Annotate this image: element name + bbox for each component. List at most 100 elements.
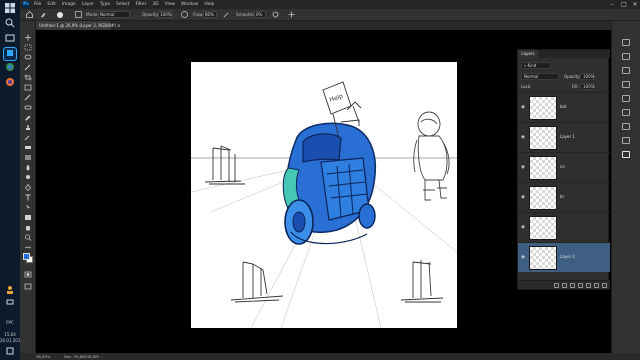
minimize-icon[interactable]: – [608, 0, 616, 9]
new-group-icon[interactable] [586, 282, 591, 288]
mode-select[interactable]: Normal [98, 11, 130, 18]
windows-logo-icon[interactable] [3, 3, 17, 17]
search-icon[interactable] [3, 18, 17, 32]
pen-tool-icon[interactable] [24, 184, 32, 191]
menu-view[interactable]: View [165, 2, 175, 7]
layer-style-icon[interactable] [562, 282, 567, 288]
type-tool-icon[interactable] [24, 194, 32, 201]
menu-file[interactable]: File [34, 2, 41, 7]
menu-window[interactable]: Window [181, 2, 198, 7]
menu-help[interactable]: Help [204, 2, 214, 7]
brushes-panel-icon[interactable] [622, 81, 630, 88]
hand-tool-icon[interactable] [24, 224, 32, 231]
visibility-eye-icon[interactable]: ◉ [521, 255, 527, 260]
notifications-icon[interactable] [3, 346, 17, 360]
layer-row-selected[interactable]: ◉ Layer 2 [518, 242, 610, 272]
layer-name[interactable]: br [560, 194, 564, 199]
visibility-eye-icon[interactable]: ◉ [521, 105, 527, 110]
brush-tool-icon[interactable] [24, 114, 32, 121]
close-tab-icon[interactable]: × [117, 23, 120, 28]
task-view-icon[interactable] [3, 33, 17, 47]
new-layer-icon[interactable] [594, 282, 599, 288]
zoom-tool-icon[interactable] [24, 234, 32, 241]
document-tab[interactable]: Untitled-1 @ 26,9% (Layer 2, RGB/8#) × [36, 21, 120, 30]
lasso-tool-icon[interactable] [24, 54, 32, 61]
blend-mode-select[interactable]: Normal [521, 73, 559, 80]
link-layers-icon[interactable] [554, 282, 559, 288]
layer-name[interactable]: bot [560, 104, 567, 109]
menu-edit[interactable]: Edit [47, 2, 56, 7]
layer-name[interactable]: Layer 1 [560, 134, 575, 139]
visibility-eye-icon[interactable]: ◉ [521, 135, 527, 140]
document-canvas[interactable]: Help [191, 62, 457, 328]
foreground-color-swatch[interactable] [23, 253, 30, 260]
path-selection-tool-icon[interactable] [24, 204, 32, 211]
layers-panel-icon[interactable] [622, 151, 630, 158]
close-icon[interactable]: ✕ [631, 0, 639, 9]
clock-date[interactable]: 26.01.2019 [0, 338, 23, 343]
opacity-field[interactable]: 100% [158, 11, 172, 18]
clone-stamp-tool-icon[interactable] [24, 124, 32, 131]
layer-row[interactable]: ◉ bot [518, 92, 610, 122]
adjustment-layer-icon[interactable] [578, 282, 583, 288]
gradient-tool-icon[interactable] [24, 154, 32, 161]
swatches-panel-icon[interactable] [622, 67, 630, 74]
zoom-level[interactable]: 26,92% [36, 353, 50, 360]
photoshop-app-icon[interactable] [3, 47, 17, 61]
blur-tool-icon[interactable] [24, 164, 32, 171]
canvas-workspace[interactable]: Help [36, 30, 512, 353]
menu-layer[interactable]: Layer [82, 2, 94, 7]
chrome-icon[interactable] [3, 62, 17, 76]
history-panel-icon[interactable] [622, 39, 630, 46]
menu-filter[interactable]: Filter [136, 2, 147, 7]
smoothing-field[interactable]: 0% [254, 11, 266, 18]
layer-row-empty[interactable]: ◉ [518, 212, 610, 242]
eraser-tool-icon[interactable] [24, 144, 32, 151]
smoothing-options-icon[interactable] [272, 11, 279, 19]
adjustments-panel-icon[interactable] [622, 95, 630, 102]
channels-panel-icon[interactable] [622, 123, 630, 130]
properties-panel-icon[interactable] [622, 109, 630, 116]
visibility-eye-icon[interactable]: ◉ [521, 195, 527, 200]
more-tools-icon[interactable] [24, 244, 32, 251]
layer-row[interactable]: ◉ br [518, 182, 610, 212]
healing-brush-tool-icon[interactable] [24, 104, 32, 111]
fill-field[interactable]: 100% [580, 83, 594, 90]
network-icon[interactable] [3, 297, 17, 311]
menu-image[interactable]: Image [62, 2, 76, 7]
layer-filter-select[interactable]: ⌕ Kind [521, 62, 551, 69]
clock-time[interactable]: 15:04 [0, 332, 20, 337]
paths-panel-icon[interactable] [622, 137, 630, 144]
brush-tool-icon[interactable] [40, 11, 47, 19]
layer-row[interactable]: ◉ co [518, 152, 610, 182]
menu-type[interactable]: Type [100, 2, 110, 7]
marquee-tool-icon[interactable] [24, 44, 32, 51]
layer-name[interactable]: co [560, 164, 565, 169]
layer-opacity-field[interactable]: 100% [580, 73, 594, 80]
home-icon[interactable] [26, 10, 33, 19]
dodge-tool-icon[interactable] [24, 174, 32, 181]
airbrush-icon[interactable] [223, 11, 230, 19]
firefox-icon[interactable] [3, 77, 17, 91]
delete-layer-icon[interactable] [602, 282, 607, 288]
tab-layers[interactable]: Layers [518, 50, 538, 58]
maximize-icon[interactable]: □ [620, 0, 628, 9]
quick-selection-tool-icon[interactable] [24, 64, 32, 71]
color-panel-icon[interactable] [622, 53, 630, 60]
move-tool-icon[interactable] [24, 34, 32, 41]
brush-settings-icon[interactable] [75, 11, 82, 19]
brush-preset-picker[interactable] [56, 11, 65, 20]
history-brush-tool-icon[interactable] [24, 134, 32, 141]
menu-3d[interactable]: 3D [152, 2, 158, 7]
symmetry-icon[interactable] [288, 11, 295, 19]
shape-tool-icon[interactable] [24, 214, 32, 221]
visibility-eye-icon[interactable]: ◉ [521, 225, 527, 230]
pressure-opacity-icon[interactable] [181, 11, 188, 19]
layer-name[interactable]: Layer 2 [560, 254, 575, 259]
add-mask-icon[interactable] [570, 282, 575, 288]
layer-row[interactable]: ◉ Layer 1 [518, 122, 610, 152]
screen-mode-icon[interactable] [24, 283, 32, 290]
menu-select[interactable]: Select [116, 2, 130, 7]
frame-tool-icon[interactable] [24, 84, 32, 91]
visibility-eye-icon[interactable]: ◉ [521, 165, 527, 170]
